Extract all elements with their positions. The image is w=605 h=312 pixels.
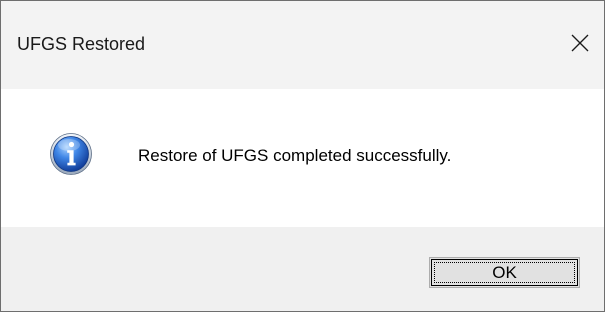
close-icon (571, 34, 589, 52)
title-bar[interactable]: UFGS Restored (1, 1, 604, 89)
message-dialog: UFGS Restored Restore of UFGS completed … (0, 0, 605, 312)
window-title: UFGS Restored (17, 34, 146, 54)
ok-button-label: OK (492, 263, 517, 282)
button-bar: OK (1, 227, 604, 311)
ok-button[interactable]: OK (429, 257, 580, 288)
dialog-message: Restore of UFGS completed successfully. (138, 146, 452, 165)
dialog-content: Restore of UFGS completed successfully. (1, 89, 604, 227)
info-icon (50, 133, 92, 175)
close-button[interactable] (556, 19, 604, 67)
